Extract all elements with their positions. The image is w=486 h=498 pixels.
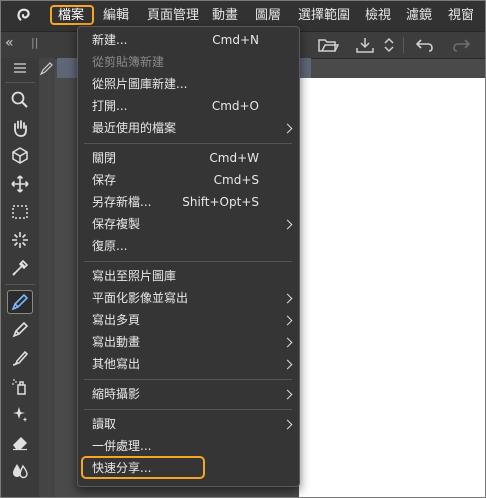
- menu-item-export-photo-library[interactable]: 寫出至照片圖庫: [92, 269, 176, 284]
- clip-studio-logo-icon[interactable]: [15, 7, 33, 25]
- menu-item-save[interactable]: 保存: [92, 173, 116, 188]
- menu-filter[interactable]: 濾鏡: [406, 8, 432, 24]
- open-folder-icon[interactable]: [317, 36, 339, 54]
- menu-item-import[interactable]: 讀取: [92, 417, 116, 432]
- shortcut-new: Cmd+N: [212, 33, 259, 47]
- menu-separator: [84, 261, 292, 262]
- shortcut-save: Cmd+S: [213, 173, 259, 187]
- grip-icon[interactable]: ||: [31, 35, 38, 51]
- menu-item-new[interactable]: 新建...: [92, 33, 127, 48]
- shortcut-save-as: Shift+Opt+S: [182, 195, 259, 209]
- pen-tool-icon[interactable]: [7, 290, 33, 314]
- menu-separator: [84, 379, 292, 380]
- menu-file[interactable]: 檔案: [58, 8, 84, 24]
- brush-tool-icon[interactable]: [7, 346, 33, 370]
- undo-icon[interactable]: [415, 36, 435, 54]
- menu-item-batch-process[interactable]: 一併處理...: [92, 439, 151, 454]
- menu-edit[interactable]: 編輯: [103, 8, 129, 24]
- menu-item-revert[interactable]: 復原...: [92, 239, 127, 254]
- zoom-tool-icon[interactable]: [7, 88, 33, 112]
- submenu-chevron-icon: [282, 315, 293, 326]
- menu-item-new-from-clipboard: 從剪貼簿新建: [92, 55, 165, 69]
- pen-small-icon[interactable]: [39, 62, 53, 76]
- selection-tool-icon[interactable]: [7, 200, 33, 224]
- submenu-chevron-icon: [282, 359, 293, 370]
- menu-animation[interactable]: 動畫: [212, 8, 238, 24]
- submenu-chevron-icon: [282, 419, 293, 430]
- tool-divider: [5, 284, 35, 285]
- submenu-chevron-icon: [282, 389, 293, 400]
- airbrush-tool-icon[interactable]: [7, 374, 33, 398]
- shortcut-open: Cmd+O: [211, 99, 259, 113]
- save-download-icon[interactable]: [355, 36, 375, 54]
- submenu-chevron-icon: [282, 293, 293, 304]
- menu-item-recent-files[interactable]: 最近使用的檔案: [92, 121, 176, 136]
- palette-menu-icon[interactable]: [7, 58, 33, 78]
- tool-divider: [5, 82, 35, 83]
- decoration-tool-icon[interactable]: [7, 402, 33, 426]
- move-tool-icon[interactable]: [7, 172, 33, 196]
- eraser-tool-icon[interactable]: [7, 430, 33, 454]
- up-down-chevron-icon[interactable]: [383, 36, 395, 54]
- menu-layer[interactable]: 圖層: [255, 8, 281, 24]
- menu-selection[interactable]: 選擇範圍: [298, 8, 350, 24]
- menu-item-other-export[interactable]: 其他寫出: [92, 357, 140, 372]
- quick-share-highlight: [81, 456, 205, 479]
- object-tool-icon[interactable]: [7, 144, 33, 168]
- canvas[interactable]: [299, 78, 485, 497]
- menu-item-new-from-photo-library[interactable]: 從照片圖庫新建...: [92, 77, 187, 92]
- menu-separator: [84, 143, 292, 144]
- hand-tool-icon[interactable]: [7, 116, 33, 140]
- menu-separator: [84, 409, 292, 410]
- sub-tool-strip: [39, 58, 55, 497]
- tool-palette: [1, 58, 40, 497]
- toolbar-divider: [403, 37, 404, 53]
- app-window: 檔案 編輯 頁面管理 動畫 圖層 選擇範圍 檢視 濾鏡 視窗 « || 新建..…: [0, 0, 486, 498]
- menu-item-save-as[interactable]: 另存新檔...: [92, 195, 151, 210]
- magic-wand-icon[interactable]: [7, 228, 33, 252]
- submenu-chevron-icon: [282, 123, 293, 134]
- eyedropper-icon[interactable]: [7, 256, 33, 280]
- menu-view[interactable]: 檢視: [365, 8, 391, 24]
- pencil-tool-icon[interactable]: [7, 318, 33, 342]
- shortcut-close: Cmd+W: [209, 151, 259, 165]
- menu-window[interactable]: 視窗: [448, 8, 474, 24]
- menu-item-export-flattened[interactable]: 平面化影像並寫出: [92, 291, 188, 306]
- menu-item-timelapse[interactable]: 縮時攝影: [92, 387, 140, 402]
- collapse-panel-icon[interactable]: «: [5, 35, 14, 51]
- file-menu-dropdown: 新建... Cmd+N 從剪貼簿新建 從照片圖庫新建... 打開... Cmd+…: [77, 26, 300, 487]
- menu-page-management[interactable]: 頁面管理: [147, 8, 199, 24]
- submenu-chevron-icon: [282, 219, 293, 230]
- redo-icon[interactable]: [451, 36, 471, 54]
- menu-item-save-copy[interactable]: 保存複製: [92, 217, 140, 232]
- menu-item-export-animation[interactable]: 寫出動畫: [92, 335, 140, 350]
- menu-item-export-multiple-pages[interactable]: 寫出多頁: [92, 313, 140, 328]
- submenu-chevron-icon: [282, 337, 293, 348]
- menu-item-close[interactable]: 關閉: [92, 151, 116, 166]
- menu-item-open[interactable]: 打開...: [92, 99, 127, 114]
- blend-tool-icon[interactable]: [7, 458, 33, 482]
